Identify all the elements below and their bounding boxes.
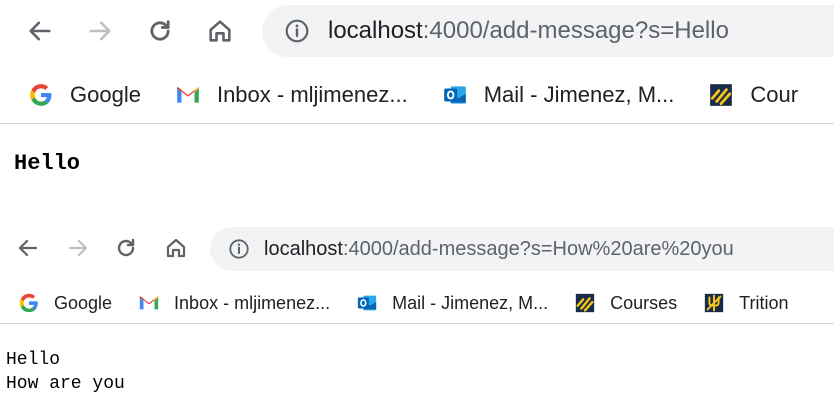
courses-icon — [708, 82, 734, 108]
google-icon — [18, 292, 40, 314]
back-arrow-icon — [16, 236, 40, 260]
url-path: :4000/add-message?s=Hello — [422, 17, 729, 44]
bookmark-inbox[interactable]: Inbox - mljimenez... — [175, 82, 408, 108]
page-content: Hello — [14, 150, 80, 178]
bookmarks-divider — [0, 323, 834, 324]
bookmark-courses[interactable]: Courses — [574, 292, 677, 314]
address-bar[interactable]: localhost:4000/add-message?s=How%20are%2… — [210, 227, 834, 271]
address-bar[interactable]: localhost:4000/add-message?s=Hello — [262, 5, 834, 57]
reload-button[interactable] — [110, 234, 142, 262]
back-button[interactable] — [12, 235, 44, 261]
bookmarks-bar: Google Inbox - mljimenez... Mail - Jimen… — [0, 72, 834, 118]
url-host: localhost — [264, 237, 343, 260]
back-button[interactable] — [22, 16, 58, 46]
courses-icon — [574, 292, 596, 314]
outlook-icon — [356, 292, 378, 314]
bookmark-label: Trition — [739, 292, 789, 313]
bookmark-mail[interactable]: Mail - Jimenez, M... — [442, 82, 675, 108]
bookmark-label: Google — [54, 292, 113, 313]
home-icon — [164, 236, 188, 260]
bookmark-label: Mail - Jimenez, M... — [483, 82, 675, 107]
google-icon — [28, 82, 54, 108]
reload-icon — [114, 236, 138, 260]
url-host: localhost — [328, 17, 423, 44]
bookmark-google[interactable]: Google — [28, 82, 141, 108]
browser-screenshot-how-are-you: localhost:4000/add-message?s=How%20are%2… — [0, 205, 834, 419]
bookmarks-divider — [0, 123, 834, 124]
message-line: How are you — [6, 374, 125, 394]
bookmark-mail[interactable]: Mail - Jimenez, M... — [356, 292, 548, 314]
reload-button[interactable] — [142, 14, 178, 48]
home-button[interactable] — [160, 234, 192, 262]
outlook-icon — [442, 82, 468, 108]
forward-arrow-icon — [86, 17, 114, 45]
bookmarks-bar: Google Inbox - mljimenez... Mail - Jimen… — [0, 285, 834, 321]
message-line: Hello — [6, 350, 61, 370]
info-icon[interactable] — [228, 238, 250, 260]
bookmark-label: Mail - Jimenez, M... — [392, 292, 549, 313]
home-button[interactable] — [202, 14, 238, 48]
bookmark-courses[interactable]: Cour — [708, 82, 798, 108]
forward-button[interactable] — [62, 235, 94, 261]
bookmark-inbox[interactable]: Inbox - mljimenez... — [138, 292, 330, 314]
browser-toolbar: localhost:4000/add-message?s=Hello — [0, 0, 834, 62]
forward-arrow-icon — [66, 236, 90, 260]
trition-icon — [703, 292, 725, 314]
reload-icon — [146, 17, 174, 45]
gmail-icon — [175, 82, 201, 108]
bookmark-label: Inbox - mljimenez... — [216, 82, 408, 107]
back-arrow-icon — [26, 17, 54, 45]
info-icon[interactable] — [284, 18, 310, 44]
bookmark-label: Google — [70, 82, 141, 107]
url-path: :4000/add-message?s=How%20are%20you — [342, 237, 734, 260]
gmail-icon — [138, 292, 160, 314]
bookmark-label: Inbox - mljimenez... — [174, 292, 331, 313]
page-content: Hello How are you — [6, 348, 125, 396]
bookmark-label: Courses — [610, 292, 678, 313]
browser-screenshot-hello: localhost:4000/add-message?s=Hello Googl… — [0, 0, 834, 205]
message-line: Hello — [14, 151, 81, 176]
forward-button[interactable] — [82, 16, 118, 46]
bookmark-label: Cour — [750, 82, 799, 107]
bookmark-google[interactable]: Google — [18, 292, 112, 314]
bookmark-trition[interactable]: Trition — [703, 292, 789, 314]
home-icon — [206, 17, 234, 45]
